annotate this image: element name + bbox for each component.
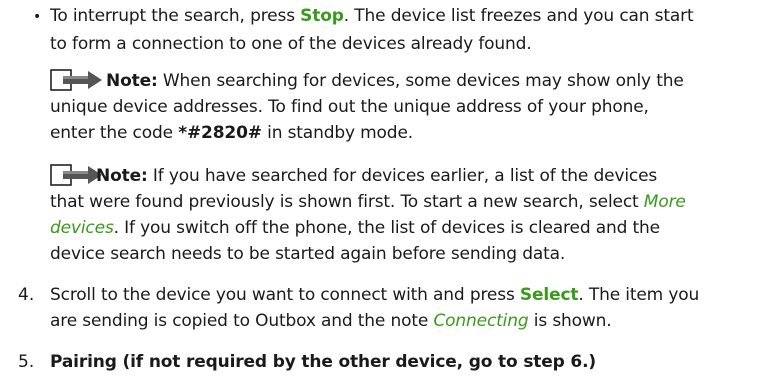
note2-line-1: Note: If you have searched for devices e…: [96, 166, 658, 186]
note-label: Note:: [106, 71, 158, 91]
more-devices-option: More: [643, 192, 686, 212]
unique-address-code: *#2820#: [178, 123, 262, 143]
step4-line-1: Scroll to the device you want to connect…: [50, 285, 700, 305]
select-key: Select: [519, 285, 579, 305]
note2-line-3: devices. If you switch off the phone, th…: [50, 218, 660, 238]
bullet-line-2: to form a connection to one of the devic…: [50, 34, 532, 54]
note2-line-4: device search needs to be started again …: [50, 244, 566, 264]
step-5-number: 5.: [18, 352, 35, 372]
manual-page: • To interrupt the search, press Stop. T…: [0, 0, 761, 384]
note1-line-2: unique device addresses. To find out the…: [50, 97, 649, 117]
step4-line-2: are sending is copied to Outbox and the …: [50, 311, 612, 331]
bullet-marker: •: [33, 9, 42, 25]
note2-line-2: that were found previously is shown firs…: [50, 192, 686, 212]
note1-line-1: Note: When searching for devices, some d…: [106, 71, 684, 91]
more-devices-option-cont: devices: [50, 218, 114, 238]
stop-key: Stop: [300, 6, 344, 26]
connecting-note: Connecting: [433, 311, 529, 331]
note1-line-3: enter the code *#2820# in standby mode.: [50, 123, 414, 143]
bullet-line-1: To interrupt the search, press Stop. The…: [50, 6, 694, 26]
step5-heading: Pairing (if not required by the other de…: [50, 352, 597, 372]
note-icon: [50, 69, 102, 91]
note-label: Note:: [96, 166, 148, 186]
step-4-number: 4.: [18, 285, 35, 305]
